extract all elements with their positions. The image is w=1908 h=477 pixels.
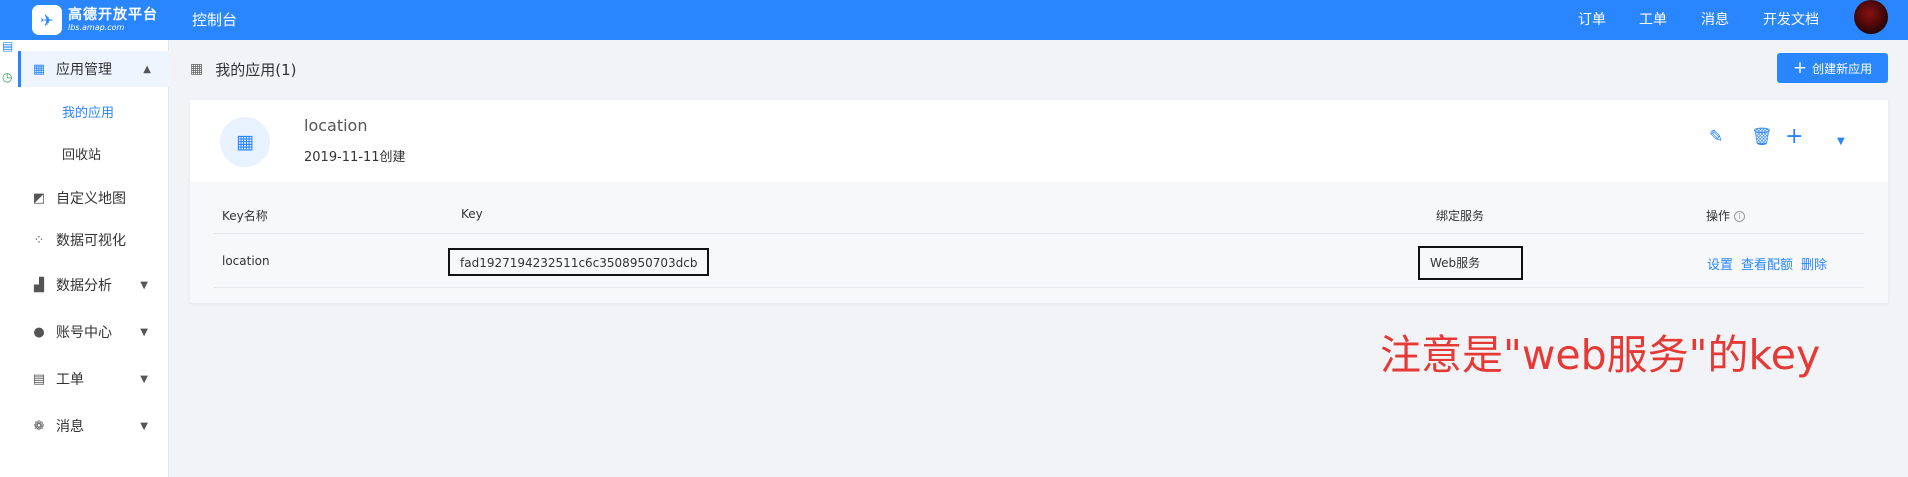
info-icon[interactable]: i — [1734, 211, 1746, 222]
row-operations: 设置 查看配额 删除 — [1707, 254, 1827, 273]
nav-orders[interactable]: 订单 — [1578, 5, 1606, 35]
keys-table: Key名称 Key 绑定服务 操作 i location fad192719423… — [190, 182, 1888, 303]
sidebar-item-label: 数据分析 — [56, 278, 112, 294]
delete-link[interactable]: 删除 — [1801, 254, 1827, 273]
sidebar-item-data-analysis[interactable]: ▟ 数据分析 ▼ — [18, 267, 168, 303]
grid-icon: ▦ — [32, 61, 46, 77]
page-title-text: 我的应用(1) — [215, 60, 297, 79]
nav-tickets[interactable]: 工单 — [1639, 5, 1667, 35]
amap-logo[interactable]: ✈ 高德开放平台 lbs.amap.com — [32, 0, 158, 40]
sidebar-item-account[interactable]: ● 账号中心 ▼ — [18, 314, 168, 350]
bar-chart-icon: ▟ — [34, 277, 44, 293]
user-icon: ● — [33, 324, 45, 340]
chevron-down-icon: ▼ — [140, 279, 148, 291]
app-card-header: ▦ location 2019-11-11创建 ✎ 🗑 + ▼ — [190, 100, 1888, 182]
nav-messages[interactable]: 消息 — [1701, 5, 1729, 35]
history-icon[interactable]: ◷ — [2, 70, 12, 84]
row-key-value: fad1927194232511c6c3508950703dcb — [448, 248, 710, 276]
sidebar: ▦ 应用管理 ▲ 我的应用 回收站 ◩ 自定义地图 ⁘ 数据可视化 ▟ 数据分析… — [18, 40, 171, 477]
sidebar-item-label: 工单 — [56, 372, 84, 388]
create-app-label: 创建新应用 — [1812, 61, 1873, 76]
app-name: location — [304, 116, 368, 135]
data-viz-icon: ⁘ — [33, 232, 45, 248]
sidebar-item-label: 数据可视化 — [56, 233, 126, 249]
user-avatar[interactable] — [1854, 0, 1888, 34]
apps-grid-icon: ▦ — [190, 61, 204, 77]
chevron-down-icon: ▼ — [140, 326, 148, 338]
app-grid-icon: ▦ — [220, 117, 270, 167]
sidebar-item-label: 账号中心 — [56, 325, 112, 341]
plane-logo-icon: ✈ — [32, 5, 62, 35]
page-title: ▦ 我的应用(1) — [190, 58, 296, 80]
edit-icon[interactable]: ✎ — [1709, 127, 1723, 147]
app-card: ▦ location 2019-11-11创建 ✎ 🗑 + ▼ Key名称 Ke… — [190, 100, 1888, 303]
col-header-ops-label: 操作 — [1706, 209, 1731, 223]
view-quota-link[interactable]: 查看配额 — [1741, 254, 1793, 273]
chevron-down-icon: ▼ — [140, 420, 148, 432]
trash-icon[interactable]: 🗑 — [1751, 127, 1773, 147]
logo-title: 高德开放平台 — [68, 6, 158, 23]
reading-list-icon[interactable]: ▤ — [2, 39, 13, 53]
nav-dev-docs[interactable]: 开发文档 — [1763, 5, 1819, 35]
col-header-key: Key — [461, 207, 483, 221]
annotation-note: 注意是"web服务"的key — [1380, 331, 1821, 379]
console-link[interactable]: 控制台 — [192, 5, 237, 35]
row-bound-service: Web服务 — [1418, 246, 1523, 280]
browser-side-strip: ★ ▤ ◷ — [0, 0, 19, 477]
top-navbar: ✈ 高德开放平台 lbs.amap.com 控制台 订单 工单 消息 开发文档 — [0, 0, 1908, 40]
sidebar-subitem-my-apps[interactable]: 我的应用 — [62, 99, 114, 129]
settings-link[interactable]: 设置 — [1707, 254, 1733, 273]
sidebar-item-app-management[interactable]: ▦ 应用管理 ▲ — [18, 51, 171, 87]
sidebar-item-messages[interactable]: ❁ 消息 ▼ — [18, 408, 168, 444]
clipboard-icon: ▤ — [32, 371, 46, 387]
logo-subtitle: lbs.amap.com — [68, 22, 125, 32]
sidebar-item-tickets[interactable]: ▤ 工单 ▼ — [18, 361, 168, 397]
sidebar-item-custom-map[interactable]: ◩ 自定义地图 — [18, 180, 168, 216]
sidebar-item-label: 自定义地图 — [56, 191, 126, 207]
col-header-ops: 操作 i — [1706, 207, 1746, 224]
chevron-up-icon: ▲ — [143, 63, 151, 75]
app-created-date: 2019-11-11创建 — [304, 150, 406, 165]
row-divider — [214, 287, 1864, 288]
plus-icon: + — [1792, 57, 1808, 78]
sidebar-subitem-recycle-bin[interactable]: 回收站 — [62, 141, 101, 171]
row-key-name: location — [222, 254, 270, 268]
chat-icon: ❁ — [33, 418, 45, 434]
sidebar-item-label: 应用管理 — [56, 62, 112, 78]
chevron-down-icon: ▼ — [140, 373, 148, 385]
col-header-service: 绑定服务 — [1436, 209, 1485, 223]
map-edit-icon: ◩ — [32, 190, 46, 206]
sidebar-item-label: 消息 — [56, 419, 84, 435]
chevron-down-icon[interactable]: ▼ — [1837, 132, 1845, 152]
sidebar-item-data-viz[interactable]: ⁘ 数据可视化 — [18, 222, 168, 258]
col-header-keyname: Key名称 — [222, 209, 268, 223]
add-icon[interactable]: + — [1785, 126, 1803, 148]
row-divider — [214, 233, 1864, 234]
create-app-button[interactable]: + 创建新应用 — [1777, 53, 1888, 83]
